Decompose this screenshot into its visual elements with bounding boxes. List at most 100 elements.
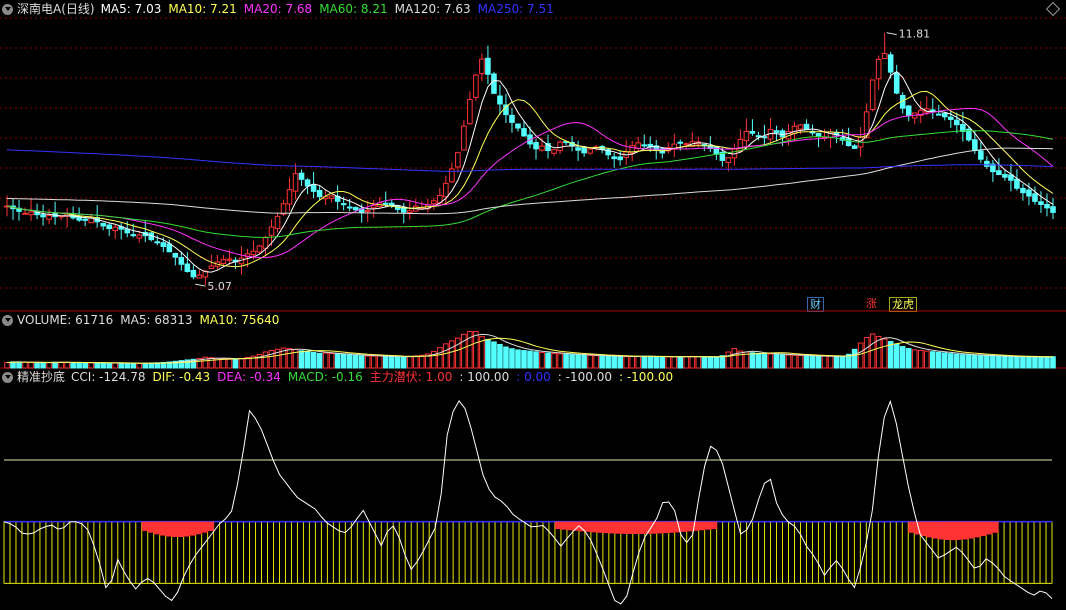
candle [978,150,984,160]
volume-bar [954,353,960,369]
candle [491,73,497,94]
volume-bar [1044,356,1050,369]
candle [136,234,143,239]
volume-bar [527,350,533,369]
volume-bar [370,355,377,369]
red-signal-bar [962,521,969,540]
red-signal-bar [177,521,185,538]
candle [100,222,106,227]
red-signal-bar [704,521,712,530]
red-signal-bar [956,521,963,540]
volume-bar [641,355,648,369]
volume-bar [911,349,918,369]
volume-bar [304,350,311,369]
volume-bar [346,354,353,369]
candle [268,226,275,236]
volume-bar [713,356,720,369]
volume-bar [515,349,521,369]
volume-bar [28,361,34,369]
volume-bar [899,346,906,369]
volume-bar [851,348,858,369]
candle [948,116,954,120]
volume-bar [629,356,635,369]
volume-bar [966,354,972,369]
candle [280,203,287,215]
candle [382,202,389,205]
red-signal-bar [986,521,993,535]
volume-bar [539,351,545,369]
volume-bar [412,355,419,369]
candle [1044,203,1050,209]
candle [292,173,299,192]
red-signal-bar [141,521,149,531]
candle [1002,174,1008,178]
red-signal-bar [207,521,215,531]
cci-line [3,399,1053,605]
candle [82,218,88,221]
candle [112,226,118,231]
volume-bar [1032,356,1038,369]
candle [370,205,377,209]
volume-bar [671,356,678,369]
low-pointer [195,283,206,287]
volume-bar [1020,356,1026,369]
candle [881,53,888,60]
volume-bar [443,343,449,369]
red-signal-bar [159,521,167,536]
candle [316,189,323,198]
candle [942,113,948,118]
candle [473,74,479,99]
volume-bar [881,338,888,369]
volume-bar [220,358,227,369]
red-signal-bar [147,521,155,533]
volume-bar [791,354,798,369]
volume-bar [905,348,912,369]
volume-bar [803,355,810,369]
volume-bar [942,352,948,369]
volume-bar [948,353,954,369]
red-signal-bar [698,521,706,531]
volume-bar [40,362,46,369]
candle [28,211,34,216]
candle [683,143,690,146]
red-signal-bar [201,521,209,533]
candle [996,170,1002,176]
candle [797,124,804,130]
candle [40,214,46,218]
stock-chart[interactable]: 11.81 5.07 [0,0,1066,610]
candle [587,148,593,154]
candle [743,130,750,142]
volume-bar [569,354,575,369]
volume-bar [485,338,491,369]
candle [461,125,467,151]
candle [677,141,684,144]
red-signal-bar [560,521,568,530]
volume-bar [382,355,389,369]
volume-bar [437,347,443,369]
volume-bar [990,355,996,369]
volume-bar [587,354,593,369]
candle [256,245,263,253]
candle [935,113,942,116]
volume-bar [978,355,984,369]
red-signal-bar [710,521,718,530]
volume-bar [695,356,702,369]
red-signal-bar [932,521,939,539]
candle [1038,201,1044,205]
candle [581,146,587,154]
volume-bar [358,355,365,369]
volume-bar [857,342,864,369]
volume-bar [935,351,942,369]
volume-bar [665,356,672,369]
volume-bar [1038,356,1044,369]
candle [611,156,617,160]
volume-bar [124,362,131,369]
candle [737,138,744,153]
volume-bar [815,355,822,369]
red-signal-bar [938,521,945,540]
red-signal-bar [165,521,173,537]
candle [485,57,491,75]
red-signal-bar [638,521,646,534]
candle [154,241,161,244]
volume-bar [1026,356,1032,369]
